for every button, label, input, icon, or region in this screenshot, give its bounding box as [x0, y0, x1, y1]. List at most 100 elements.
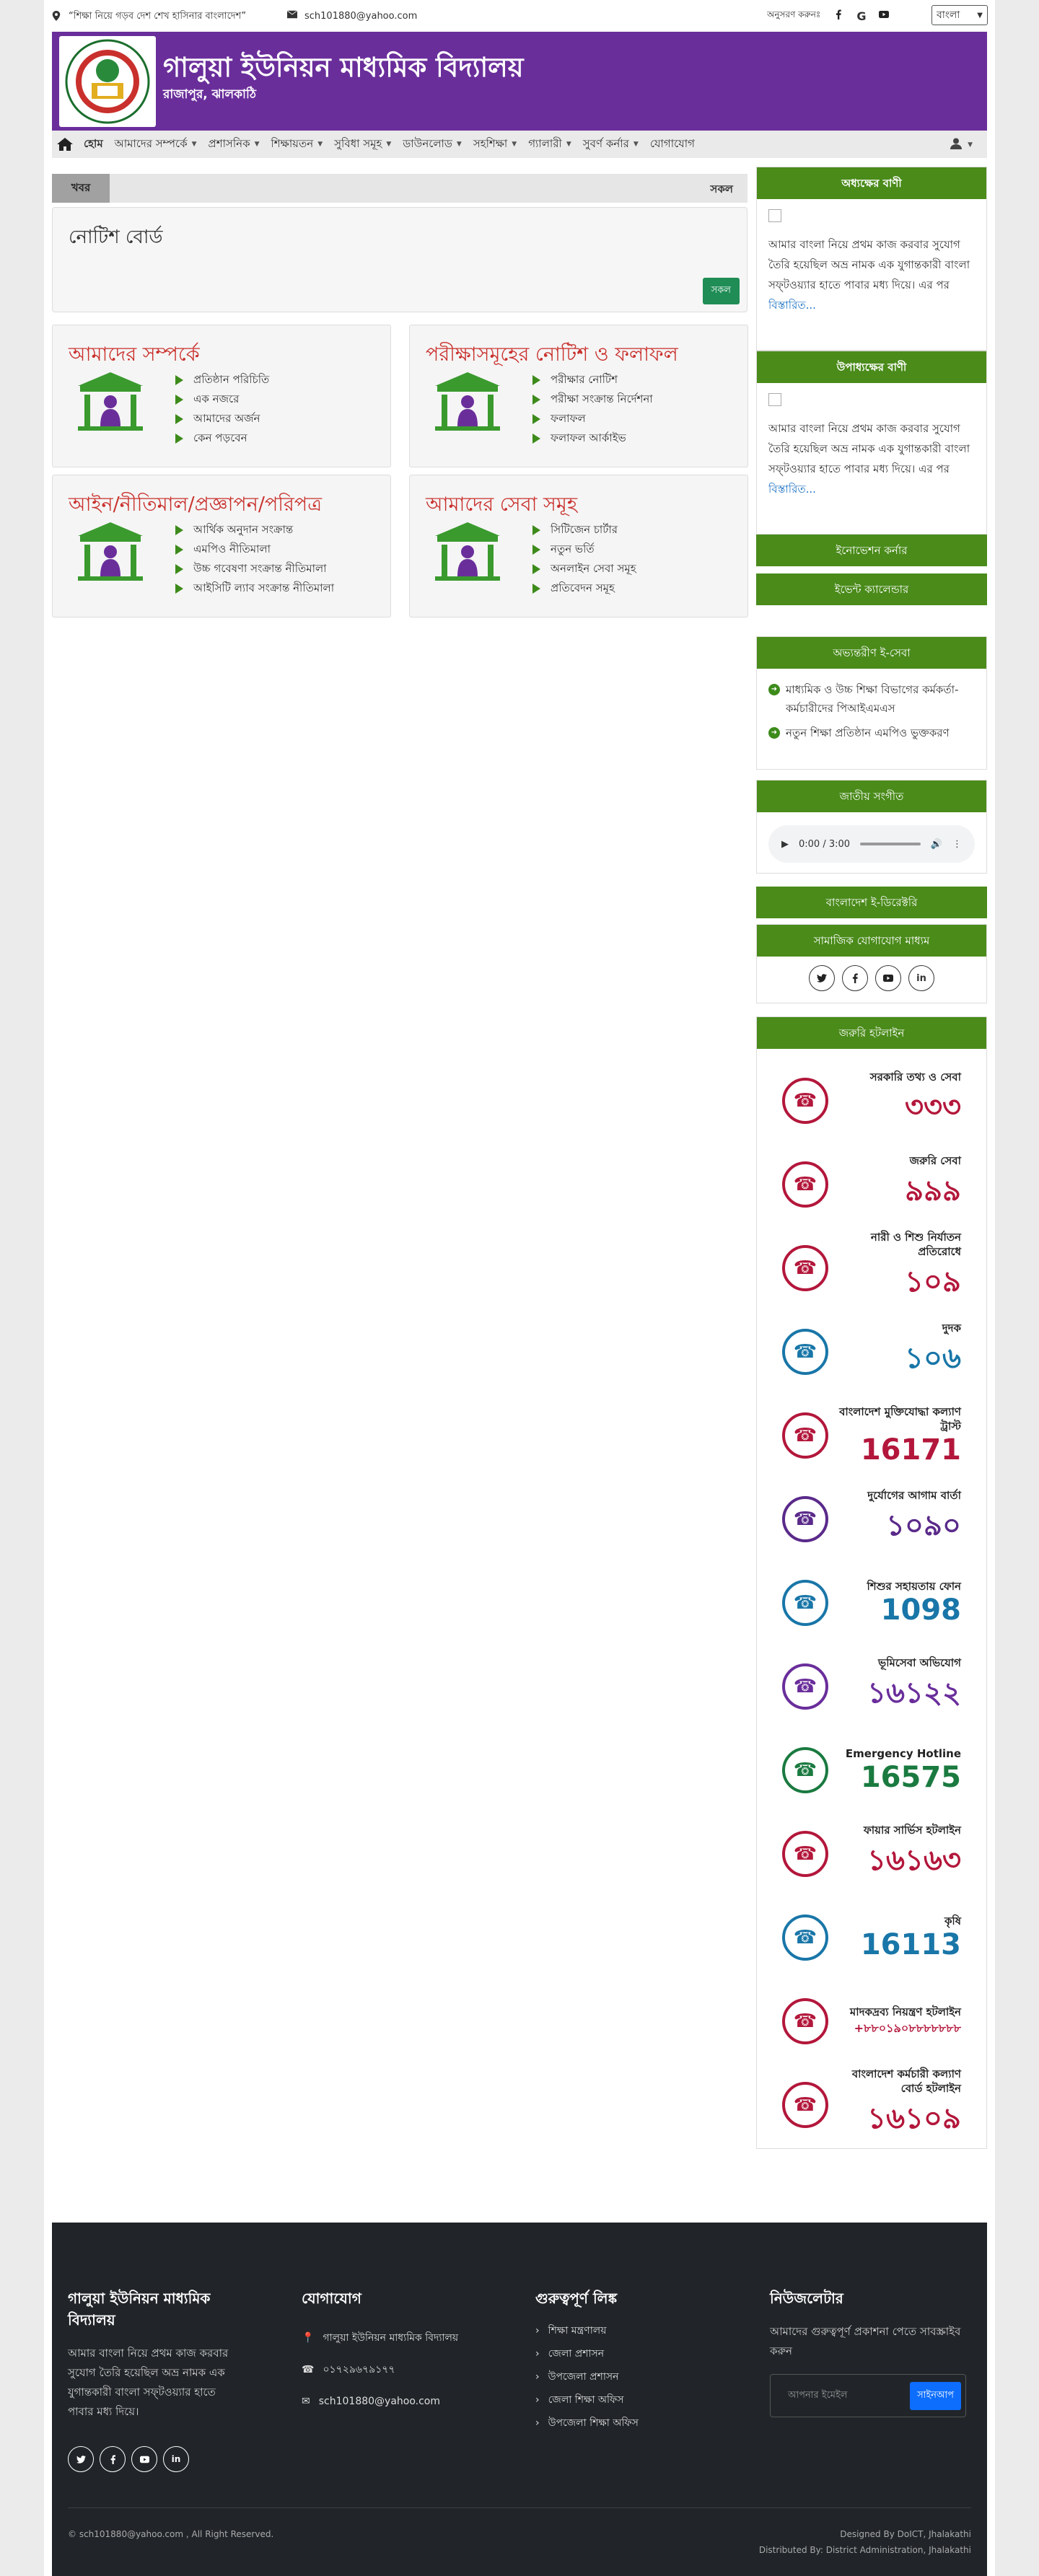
- site-header: গালুয়া ইউনিয়ন মাধ্যমিক বিদ্যালয় রাজাপ…: [52, 32, 987, 131]
- linkedin-icon[interactable]: in: [163, 2446, 189, 2472]
- volume-icon[interactable]: 🔊: [931, 839, 942, 850]
- footer-link[interactable]: › শিক্ষা মন্ত্রণালয়: [535, 2319, 737, 2342]
- footer-link[interactable]: › উপজেলা শিক্ষা অফিস: [535, 2412, 737, 2435]
- eservice-label: নতুন শিক্ষা প্রতিষ্ঠান এমপিও ভুক্তকরণ: [786, 726, 950, 739]
- hotline-banner[interactable]: ☎ ভূমিসেবা অভিযোগ ১৬১২২: [778, 1645, 965, 1728]
- nav-contact[interactable]: যোগাযোগ: [644, 136, 701, 154]
- caret-down-icon: ▼: [191, 141, 197, 148]
- eservice-item[interactable]: ➜ নতুন শিক্ষা প্রতিষ্ঠান এমপিও ভুক্তকরণ: [768, 724, 975, 742]
- hotline-banner[interactable]: ☎ শিশুর সহায়তায় ফোন 1098: [778, 1561, 965, 1645]
- chair-message-title: অধ্যক্ষের বাণী: [757, 167, 986, 199]
- nav-academic[interactable]: শিক্ষায়তন ▼: [266, 136, 329, 154]
- hotline-banner[interactable]: ☎ কৃষি 16113: [778, 1896, 965, 1979]
- list-item[interactable]: পরীক্ষা সংক্রান্ত নির্দেশনা: [532, 390, 653, 409]
- list-item[interactable]: আইসিটি ল্যাব সংক্রান্ত নীতিমালা: [175, 579, 334, 598]
- list-item[interactable]: ফলাফল: [532, 409, 653, 428]
- top-email[interactable]: sch101880@yahoo.com: [286, 9, 417, 22]
- facebook-icon[interactable]: [842, 965, 868, 991]
- home-icon[interactable]: [52, 131, 78, 158]
- list-item[interactable]: আমাদের অর্জন: [175, 409, 269, 428]
- footer-link[interactable]: › জেলা প্রশাসন: [535, 2342, 737, 2365]
- list-item[interactable]: আর্থিক অনুদান সংক্রান্ত: [175, 520, 334, 540]
- youtube-icon[interactable]: [879, 9, 890, 22]
- hotline-banner[interactable]: ☎ নারী ও শিশু নির্যাতন প্রতিরোধে ১০৯: [778, 1226, 965, 1310]
- chair-more-link[interactable]: বিস্তারিত...: [768, 299, 816, 312]
- arrow-right-icon: [175, 413, 183, 424]
- hotline-banner[interactable]: ☎ দুর্যোগের আগাম বার্তা ১০৯০: [778, 1477, 965, 1561]
- eservice-title: অভ্যন্তরীণ ই-সেবা: [757, 637, 986, 669]
- google-icon[interactable]: G: [856, 9, 866, 23]
- footer-link[interactable]: › উপজেলা প্রশাসন: [535, 2365, 737, 2388]
- hotline-banner[interactable]: ☎ Emergency Hotline 16575: [778, 1728, 965, 1812]
- broken-image-icon: [768, 209, 781, 222]
- facebook-icon[interactable]: [100, 2446, 126, 2472]
- edirectory-link[interactable]: বাংলাদেশ ই-ডিরেক্টরি: [756, 887, 987, 918]
- youtube-icon[interactable]: [131, 2446, 157, 2472]
- nav-cocurricular[interactable]: সহশিক্ষা ▼: [468, 136, 522, 154]
- hotline-banner[interactable]: ☎ বাংলাদেশ মুক্তিযোদ্ধা কল্যাণ ট্রাস্ট 161…: [778, 1394, 965, 1477]
- footer-email[interactable]: ✉ sch101880@yahoo.com: [302, 2386, 504, 2417]
- subscribe-button[interactable]: সাইনআপ: [910, 2381, 961, 2410]
- footer-link[interactable]: › জেলা শিক্ষা অফিস: [535, 2388, 737, 2412]
- vice-more-link[interactable]: বিস্তারিত...: [768, 483, 816, 496]
- list-item[interactable]: এমপিও নীতিমালা: [175, 540, 334, 559]
- footer-phone[interactable]: ☎ ০১৭২৯৬৭৯১৭৭: [302, 2354, 504, 2386]
- nav-gallery[interactable]: গ্যালারী ▼: [522, 136, 577, 154]
- hotline-number: ১০৬: [905, 1341, 961, 1375]
- hotline-label: বাংলাদেশ মুক্তিযোদ্ধা কল্যাণ ট্রাস্ট: [839, 1405, 961, 1433]
- innovation-link[interactable]: ইনোভেশন কর্নার: [756, 535, 987, 566]
- school-logo[interactable]: [59, 36, 156, 127]
- ticker-label: খবর: [52, 174, 110, 203]
- footer-about: গালুয়া ইউনিয়ন মাধ্যমিক বিদ্যালয় আমার …: [68, 2287, 234, 2472]
- youtube-icon[interactable]: [875, 965, 901, 991]
- user-menu[interactable]: ▼: [950, 138, 973, 152]
- chevron-right-icon: ›: [535, 2394, 540, 2406]
- hotline-list: ☎ সরকারি তথ্য ও সেবা ৩৩৩ ☎ জরুরি সেবা ৯৯৯ ☎ নার…: [757, 1049, 986, 2147]
- hotline-label: বাংলাদেশ কর্মচারী কল্যাণ বোর্ড হটলাইন: [851, 2067, 961, 2095]
- list-item[interactable]: পরীক্ষার নোটিশ: [532, 370, 653, 390]
- list-item[interactable]: কেন পড়বেন: [175, 428, 269, 448]
- footer-contact: যোগাযোগ 📍 গালুয়া ইউনিয়ন মাধ্যমিক বিদ্যা…: [302, 2287, 504, 2417]
- hotline-banner[interactable]: ☎ ফায়ার সার্ভিস হটলাইন ১৬১৬৩: [778, 1812, 965, 1896]
- play-icon[interactable]: ▶: [781, 839, 789, 850]
- card-title: আমাদের সম্পর্কে: [69, 343, 200, 366]
- newsletter-email-input[interactable]: আপনার ইমেইল: [788, 2388, 847, 2404]
- list-item[interactable]: নতুন ভর্তি: [532, 540, 636, 559]
- list-item[interactable]: উচ্চ গবেষণা সংক্রান্ত নীতিমালা: [175, 559, 334, 579]
- hotline-label: ফায়ার সার্ভিস হটলাইন: [863, 1823, 961, 1837]
- list-item[interactable]: সিটিজেন চার্টার: [532, 520, 636, 540]
- notice-all-button[interactable]: সকল: [702, 278, 740, 304]
- event-calendar-link[interactable]: ইভেন্ট ক্যালেন্ডার: [756, 573, 987, 605]
- list-item[interactable]: এক নজরে: [175, 390, 269, 409]
- eservice-item[interactable]: ➜ মাধ্যমিক ও উচ্চ শিক্ষা বিভাগের কর্মকর্ত…: [768, 680, 975, 718]
- audio-progress[interactable]: [860, 843, 921, 845]
- nav-facilities[interactable]: সুবিধা সমূহ ▼: [328, 136, 397, 154]
- hotline-banner[interactable]: ☎ জরুরি সেবা ৯৯৯: [778, 1143, 965, 1226]
- list-item[interactable]: ফলাফল আর্কাইভ: [532, 428, 653, 448]
- nav-home[interactable]: হোম: [78, 136, 109, 154]
- language-select[interactable]: বাংলা ▼: [931, 5, 988, 25]
- hotline-banner[interactable]: ☎ মাদকদ্রব্য নিয়ন্ত্রণ হটলাইন +৮৮০১৯০৮৮৮৮…: [778, 1979, 965, 2063]
- nav-golden-corner[interactable]: সুবর্ণ কর্নার ▼: [577, 136, 644, 154]
- school-building-icon: [435, 372, 500, 431]
- hotline-label: শিশুর সহায়তায় ফোন: [867, 1580, 961, 1593]
- twitter-icon[interactable]: [809, 965, 835, 991]
- chair-message-text: আমার বাংলা নিয়ে প্রথম কাজ করবার সুযোগ ত…: [768, 238, 970, 291]
- twitter-icon[interactable]: [68, 2446, 94, 2472]
- notice-board: নোটিশ বোর্ড সকল: [52, 207, 748, 312]
- nav-about[interactable]: আমাদের সম্পর্কে ▼: [109, 136, 203, 154]
- linkedin-icon[interactable]: in: [908, 965, 934, 991]
- ticker-all-link[interactable]: সকল: [710, 181, 733, 199]
- hotline-banner[interactable]: ☎ বাংলাদেশ কর্মচারী কল্যাণ বোর্ড হটলাইন ১৬…: [778, 2063, 965, 2147]
- list-item[interactable]: প্রতিষ্ঠান পরিচিতি: [175, 370, 269, 390]
- list-item-label: পরীক্ষার নোটিশ: [551, 373, 618, 386]
- list-item[interactable]: অনলাইন সেবা সমূহ: [532, 559, 636, 579]
- hotline-banner[interactable]: ☎ দুদক ১০৬: [778, 1310, 965, 1394]
- more-options-icon[interactable]: ⋮: [952, 839, 962, 850]
- nav-admin[interactable]: প্রশাসনিক ▼: [203, 136, 266, 154]
- hotline-banner[interactable]: ☎ সরকারি তথ্য ও সেবা ৩৩৩: [778, 1059, 965, 1143]
- audio-player[interactable]: ▶ 0:00 / 3:00 🔊 ⋮: [768, 825, 975, 863]
- list-item[interactable]: প্রতিবেদন সমূহ: [532, 579, 636, 598]
- nav-download[interactable]: ডাউনলোড ▼: [397, 136, 468, 154]
- facebook-icon[interactable]: [833, 9, 843, 22]
